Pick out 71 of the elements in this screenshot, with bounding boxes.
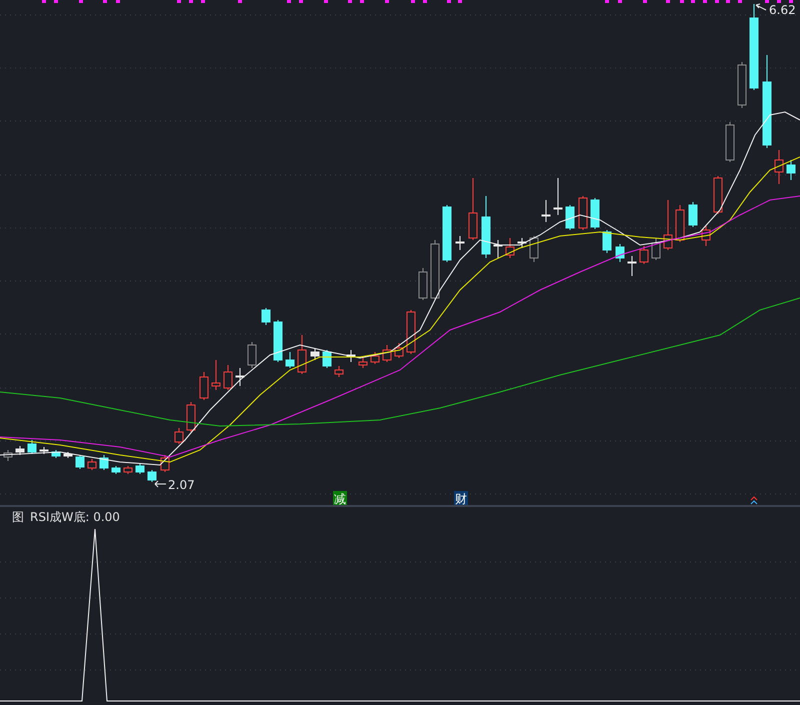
candlestick [664,200,672,250]
candlestick [274,320,282,362]
candlestick [124,466,132,474]
candlestick [506,238,514,258]
high-arrow-icon [756,4,766,10]
candlestick [88,458,96,470]
candlestick [530,236,538,262]
candlestick [554,178,562,216]
candlestick [494,240,502,258]
candlestick [652,238,660,260]
candlestick [786,160,796,180]
high-price-label: 6.62 [769,3,796,17]
candlestick [688,202,698,228]
candlestick [28,440,36,454]
candlestick [112,466,120,474]
candlestick [566,204,574,230]
candlestick [714,176,722,214]
candlestick [406,310,416,354]
candlestick [298,334,306,374]
candlestick [236,368,244,386]
candlestick [346,350,356,362]
candlestick [602,230,612,254]
candlestick [16,446,24,456]
candlestick [262,308,270,326]
candlestick [186,402,196,432]
low-arrow-icon [154,480,166,488]
candlestick [286,352,294,368]
low-price-label: 2.07 [168,478,195,492]
candlestick [4,450,12,462]
candlestick [64,452,72,458]
candlestick [394,342,404,358]
candlestick [640,246,648,264]
candlestick [200,372,208,400]
candlestick [52,450,60,458]
candlestick [456,236,464,250]
candlestick [148,470,156,482]
candlestick [76,454,84,470]
candlestick [542,200,550,222]
candlestick [468,178,478,240]
candlestick [174,428,184,444]
candlestick [136,464,144,474]
panel-title: 图 [12,509,24,526]
candlestick [482,196,490,258]
signal-label: 财 [455,492,467,505]
candlestick [702,226,710,246]
candlestick [518,238,526,248]
candlestick [616,244,624,262]
candlestick [212,360,220,390]
candlestick [726,122,734,162]
candlestick [358,358,368,368]
candlestick [248,342,256,368]
candlestick [774,150,784,184]
candlestick [40,446,48,454]
candlestick [382,344,392,362]
candlestick [418,268,428,300]
candlestick [628,256,636,276]
candlestick [590,198,600,230]
candlestick [334,366,344,378]
candlestick [224,364,232,390]
signal-label: 减 [334,492,346,505]
candlestick [310,348,320,360]
candlestick [578,196,588,230]
candlestick [322,350,332,368]
up-chevron-icon [750,496,758,504]
candlestick [430,240,440,300]
candlestick [738,62,746,108]
candlestick [370,352,380,364]
candlestick [100,454,108,470]
indicator-value: RSI成W底: 0.00 [30,509,120,526]
candlestick [442,204,452,262]
candlestick [676,204,684,242]
